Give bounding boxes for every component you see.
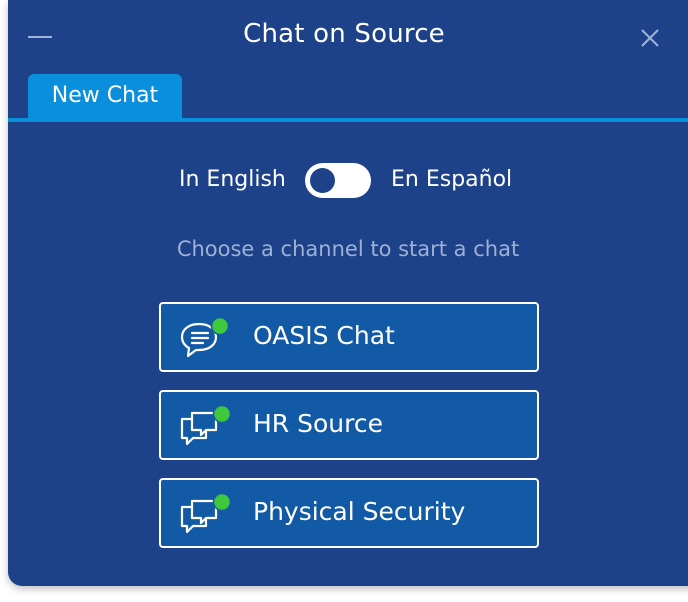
channel-label: OASIS Chat (253, 321, 395, 350)
chat-bubbles-icon (179, 404, 237, 449)
status-online-icon (212, 492, 232, 512)
channel-label: Physical Security (253, 497, 466, 526)
channel-button-oasis-chat[interactable]: OASIS Chat (159, 302, 539, 372)
tab-underline (8, 118, 688, 122)
chat-bubble-lines-icon (179, 316, 237, 361)
tab-new-chat[interactable]: New Chat (28, 74, 182, 118)
chat-bubbles-icon (179, 492, 237, 537)
status-online-icon (210, 316, 230, 336)
toggle-knob (310, 168, 335, 193)
status-online-icon (212, 404, 232, 424)
channel-button-hr-source[interactable]: HR Source (159, 390, 539, 460)
channel-label: HR Source (253, 409, 383, 438)
language-english-label: In English (179, 167, 286, 192)
chat-window: Chat on Source New Chat In English En Es… (8, 0, 688, 586)
language-spanish-label: En Español (391, 167, 513, 192)
close-icon[interactable] (637, 25, 663, 51)
language-toggle[interactable] (305, 163, 371, 198)
channel-button-physical-security[interactable]: Physical Security (159, 478, 539, 548)
window-title: Chat on Source (243, 19, 445, 49)
channel-prompt: Choose a channel to start a chat (176, 237, 520, 261)
